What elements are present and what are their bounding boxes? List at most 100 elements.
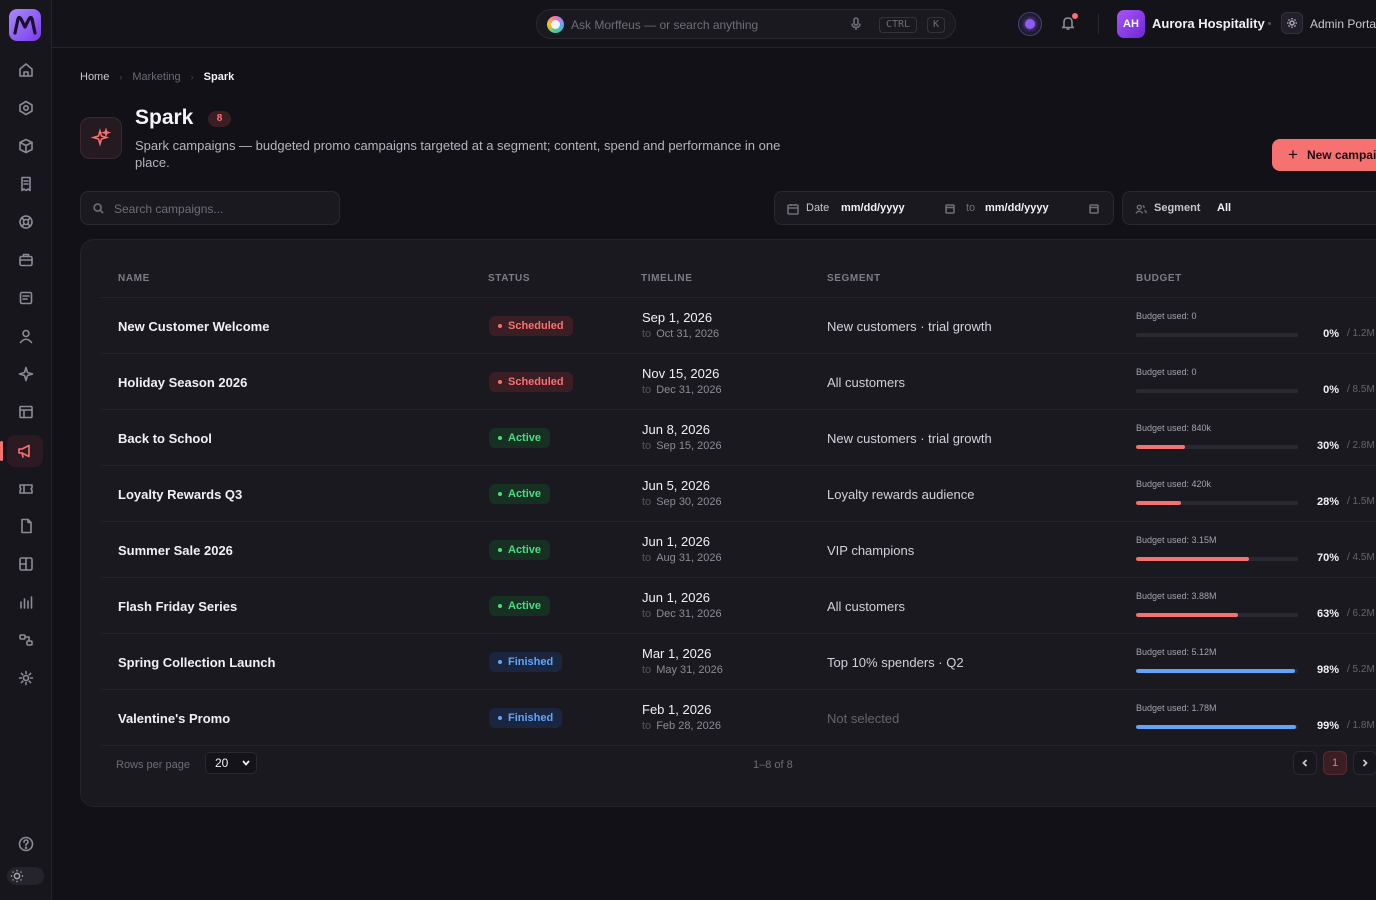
- integration-icon[interactable]: [16, 630, 36, 650]
- campaign-search-input[interactable]: [114, 200, 324, 217]
- document-icon[interactable]: [16, 288, 36, 308]
- portal-label[interactable]: Admin Portal: [1310, 17, 1376, 31]
- date-to-input[interactable]: mm/dd/yyyy: [985, 202, 1049, 214]
- budget-used: Budget used: 3.88M: [1136, 591, 1217, 601]
- chevron-down-icon: [242, 760, 250, 766]
- table-row[interactable]: New Customer Welcome Scheduled Sep 1, 2026…: [101, 298, 1376, 354]
- campaign-name[interactable]: Valentine's Promo: [118, 711, 230, 726]
- column-header-budget[interactable]: BUDGET: [1136, 273, 1182, 284]
- help-circle-icon[interactable]: [16, 834, 36, 854]
- table-row[interactable]: Holiday Season 2026 Scheduled Nov 15, 2026…: [101, 354, 1376, 410]
- rows-per-page-value: 20: [215, 756, 229, 770]
- topbar-divider: [1098, 14, 1099, 34]
- segment-cell: New customers · trial growth: [827, 319, 992, 334]
- theme-toggle[interactable]: [7, 867, 44, 885]
- date-to-label: to: [966, 202, 976, 214]
- rows-per-page-select[interactable]: 20: [205, 752, 257, 774]
- notification-dot: [1072, 13, 1078, 19]
- new-campaign-button[interactable]: + New campaign: [1272, 139, 1376, 171]
- budget-progress-track: [1136, 669, 1298, 673]
- timeline-end: to Sep 15, 2026: [642, 440, 722, 452]
- sidebar: [0, 0, 52, 900]
- table-row[interactable]: Spring Collection Launch Finished Mar 1, 2…: [101, 634, 1376, 690]
- next-page-button[interactable]: [1353, 751, 1376, 775]
- campaign-name[interactable]: Holiday Season 2026: [118, 375, 247, 390]
- segment-cell: VIP champions: [827, 543, 915, 558]
- microphone-icon[interactable]: [849, 17, 863, 31]
- segment-value[interactable]: All: [1217, 202, 1231, 214]
- column-header-name[interactable]: NAME: [118, 273, 150, 284]
- table-icon[interactable]: [16, 402, 36, 422]
- table-row[interactable]: Back to School Active Jun 8, 2026 to Sep 15,…: [101, 410, 1376, 466]
- breadcrumb-marketing[interactable]: Marketing: [132, 71, 180, 83]
- hexagon-icon[interactable]: [16, 98, 36, 118]
- calendar-picker-icon[interactable]: [945, 204, 955, 214]
- timeline-to-label: to: [642, 328, 652, 340]
- budget-total: / 1.5M: [1347, 496, 1375, 507]
- calendar-picker-icon[interactable]: [1089, 204, 1099, 214]
- assistant-icon[interactable]: [1018, 12, 1042, 36]
- home-icon[interactable]: [16, 60, 36, 80]
- portal-gear-icon[interactable]: [1281, 12, 1303, 34]
- sparkle-icon[interactable]: [16, 364, 36, 384]
- morffeus-logo-icon[interactable]: [9, 9, 41, 41]
- megaphone-icon[interactable]: [0, 435, 43, 467]
- table-row[interactable]: Loyalty Rewards Q3 Active Jun 5, 2026 to Sep…: [101, 466, 1376, 522]
- date-range-filter[interactable]: Date mm/dd/yyyy to mm/dd/yyyy: [774, 191, 1114, 225]
- budget-progress-track: [1136, 333, 1298, 337]
- campaign-name[interactable]: Loyalty Rewards Q3: [118, 487, 242, 502]
- page-button-current[interactable]: 1: [1323, 751, 1347, 775]
- segment-cell: All customers: [827, 375, 906, 390]
- cube-icon[interactable]: [16, 136, 36, 156]
- file-icon[interactable]: [16, 516, 36, 536]
- column-header-status[interactable]: STATUS: [488, 273, 530, 284]
- table-row[interactable]: Summer Sale 2026 Active Jun 1, 2026 to Aug 3…: [101, 522, 1376, 578]
- users-icon: [1135, 204, 1147, 214]
- segment-filter[interactable]: Segment All: [1122, 191, 1376, 225]
- prev-page-button[interactable]: [1293, 751, 1317, 775]
- lifebuoy-icon[interactable]: [16, 212, 36, 232]
- global-search[interactable]: CTRL K: [536, 9, 956, 39]
- budget-total: / 6.2M: [1347, 608, 1375, 619]
- dashboard-icon[interactable]: [16, 554, 36, 574]
- timeline-end: to Aug 31, 2026: [642, 552, 722, 564]
- campaign-name[interactable]: Spring Collection Launch: [118, 655, 275, 670]
- org-name[interactable]: Aurora Hospitality: [1152, 16, 1265, 31]
- timeline-to-label: to: [642, 440, 652, 452]
- status-badge: Active: [489, 428, 551, 448]
- campaign-name[interactable]: New Customer Welcome: [118, 319, 269, 334]
- briefcase-icon[interactable]: [16, 250, 36, 270]
- kbd-ctrl: CTRL: [879, 17, 917, 33]
- date-from-input[interactable]: mm/dd/yyyy: [841, 202, 905, 214]
- gear-icon[interactable]: [16, 668, 36, 688]
- calendar-icon: [787, 204, 799, 215]
- table-footer: Rows per page 20 1–8 of 8 1: [81, 748, 1376, 788]
- status-badge: Active: [489, 540, 551, 560]
- breadcrumb-current: Spark: [203, 71, 235, 83]
- breadcrumb-home[interactable]: Home: [80, 71, 109, 83]
- campaign-name[interactable]: Back to School: [118, 431, 212, 446]
- table-row[interactable]: Flash Friday Series Active Jun 1, 2026 to De…: [101, 578, 1376, 634]
- timeline-end-date: Oct 31, 2026: [656, 328, 720, 340]
- receipt-icon[interactable]: [16, 174, 36, 194]
- budget-used: Budget used: 0: [1136, 367, 1197, 377]
- morffeus-orb-icon: [547, 16, 564, 33]
- budget-used: Budget used: 3.15M: [1136, 535, 1217, 545]
- campaign-search[interactable]: [80, 191, 340, 225]
- search-icon: [93, 203, 104, 214]
- budget-progress-track: [1136, 445, 1298, 449]
- budget-progress-fill: [1136, 669, 1295, 673]
- bar-chart-icon[interactable]: [16, 592, 36, 612]
- column-header-segment[interactable]: SEGMENT: [827, 273, 881, 284]
- column-header-timeline[interactable]: TIMELINE: [641, 273, 692, 284]
- user-icon[interactable]: [16, 326, 36, 346]
- rows-per-page-label: Rows per page: [116, 759, 190, 771]
- ticket-icon[interactable]: [16, 479, 36, 499]
- global-search-input[interactable]: [571, 16, 831, 33]
- timeline-to-label: to: [642, 720, 652, 732]
- org-avatar[interactable]: AH: [1117, 10, 1145, 38]
- campaign-name[interactable]: Flash Friday Series: [118, 599, 237, 614]
- timeline-to-label: to: [642, 664, 652, 676]
- table-row[interactable]: Valentine's Promo Finished Feb 1, 2026 to Fe…: [101, 690, 1376, 746]
- campaign-name[interactable]: Summer Sale 2026: [118, 543, 233, 558]
